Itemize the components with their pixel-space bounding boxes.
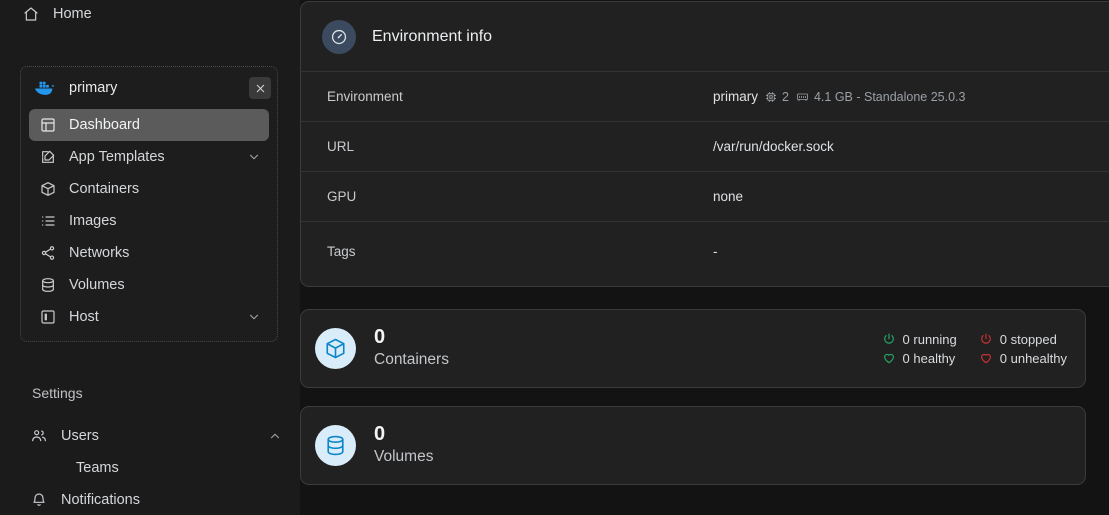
chevron-down-icon[interactable] [247,310,261,324]
sidebar-item-containers-label: Containers [69,181,140,197]
status-running: 0 running [882,332,957,347]
docker-whale-icon [34,80,56,97]
info-value: primary 2 4.1 GB - Standalone 25.0.3 [713,89,965,104]
box-icon [39,181,56,198]
bell-icon [30,492,47,509]
gauge-icon [322,19,356,54]
memory-value: 4.1 GB - Standalone 25.0.3 [813,89,966,104]
status-healthy-label: 0 healthy [902,350,956,366]
app-root: Home primary Dashboard App Templates Con… [0,0,1109,515]
sidebar-item-home[interactable]: Home [0,0,300,28]
status-running-label: 0 running [902,331,957,347]
sidebar-item-app-templates-label: App Templates [69,149,165,165]
containers-count: 0 [374,326,386,348]
sidebar-item-teams[interactable]: Teams [0,452,300,484]
main-content: Environment info Environment primary 2 4… [300,0,1109,515]
cpu-count: 2 [782,89,789,104]
info-value: - [713,243,718,259]
sidebar-item-volumes[interactable]: Volumes [29,269,269,301]
info-row-url: URL /var/run/docker.sock [301,121,1109,171]
sidebar-item-images-label: Images [69,213,117,229]
environment-nav-list: Dashboard App Templates Containers Image… [21,109,277,333]
sidebar-item-users-label: Users [61,428,99,444]
status-stopped-label: 0 stopped [999,331,1057,347]
volumes-label: Volumes [374,448,434,465]
sidebar-item-notifications[interactable]: Notifications [0,484,300,515]
volumes-count: 0 [374,423,386,445]
memory-meta: 4.1 GB - Standalone 25.0.3 [796,89,966,104]
volumes-summary-card[interactable]: 0 Volumes [300,406,1086,485]
chevron-up-icon[interactable] [268,429,282,443]
environment-header[interactable]: primary [21,67,277,109]
info-row-environment: Environment primary 2 4.1 GB - Standalon… [301,71,1109,121]
panel-left-icon [39,309,56,326]
sidebar: Home primary Dashboard App Templates Con… [0,0,300,515]
edit-square-icon [39,149,56,166]
environment-box: primary Dashboard App Templates Containe… [20,66,278,342]
info-key: URL [327,139,355,154]
sidebar-item-host[interactable]: Host [29,301,269,333]
container-status-grid: 0 running 0 stopped 0 healthy 0 unhealth… [882,332,1067,366]
sidebar-item-users[interactable]: Users [0,420,300,452]
info-row-gpu: GPU none [301,171,1109,221]
settings-nav-list: Users Teams Notifications [0,420,300,515]
sidebar-item-networks[interactable]: Networks [29,237,269,269]
users-icon [30,428,47,445]
settings-section-label: Settings [32,385,83,401]
sidebar-item-containers[interactable]: Containers [29,173,269,205]
sidebar-item-host-label: Host [69,309,99,325]
containers-summary-card[interactable]: 0 Containers 0 running 0 stopped 0 healt… [300,309,1086,388]
close-icon[interactable] [249,77,271,99]
database-icon [39,277,56,294]
share-nodes-icon [39,245,56,262]
list-icon [39,213,56,230]
environment-name: primary [69,80,118,96]
info-value: /var/run/docker.sock [713,139,834,154]
status-unhealthy: 0 unhealthy [979,351,1067,366]
chevron-down-icon[interactable] [247,150,261,164]
sidebar-item-home-label: Home [53,6,92,22]
environment-value: primary [713,89,759,104]
status-healthy: 0 healthy [882,351,957,366]
sidebar-item-images[interactable]: Images [29,205,269,237]
info-key: GPU [327,189,357,204]
box-3d-icon [315,328,356,369]
page-title: Environment info [372,27,493,45]
status-stopped: 0 stopped [979,332,1067,347]
home-icon [22,6,39,23]
sidebar-item-notifications-label: Notifications [61,492,140,508]
status-unhealthy-label: 0 unhealthy [999,350,1067,366]
layout-dashboard-icon [39,117,56,134]
info-row-tags: Tags - [301,221,1109,280]
sidebar-item-dashboard-label: Dashboard [69,117,140,133]
info-key: Environment [327,89,403,104]
info-key: Tags [327,243,356,259]
sidebar-item-teams-label: Teams [76,460,119,476]
sidebar-item-networks-label: Networks [69,245,130,261]
database-icon [315,425,356,466]
memory-icon [796,91,809,103]
cpu-meta: 2 [765,90,789,104]
environment-info-card: Environment info Environment primary 2 4… [300,1,1109,287]
containers-label: Containers [374,351,449,368]
sidebar-item-dashboard[interactable]: Dashboard [29,109,269,141]
cpu-icon [765,91,777,103]
info-value: none [713,189,744,204]
environment-info-header: Environment info [301,2,1109,71]
sidebar-item-volumes-label: Volumes [69,277,125,293]
sidebar-item-app-templates[interactable]: App Templates [29,141,269,173]
